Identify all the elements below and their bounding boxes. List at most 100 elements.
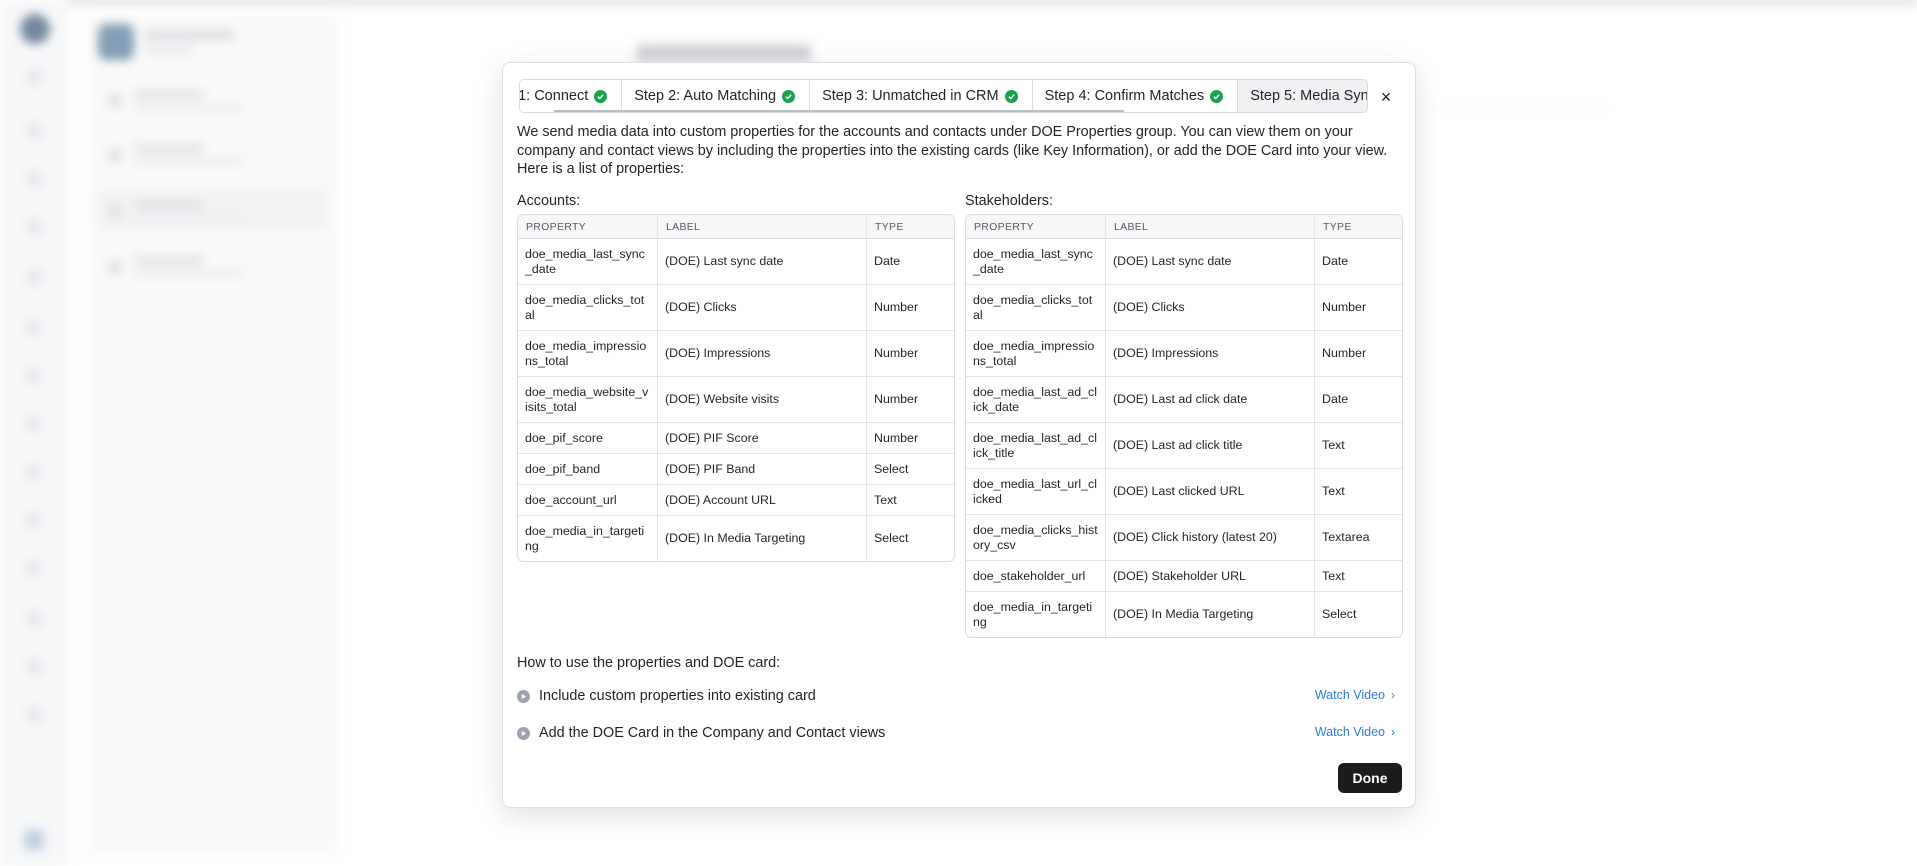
label-cell: (DOE) Impressions <box>1105 331 1314 377</box>
table-row: doe_media_clicks_history_csv (DOE) Click … <box>966 515 1402 561</box>
property-cell: doe_media_last_ad_click_title <box>966 423 1105 469</box>
property-cell: doe_pif_band <box>518 454 657 485</box>
property-cell: doe_media_clicks_history_csv <box>966 515 1105 561</box>
stakeholders-title: Stakeholders: <box>965 193 1053 209</box>
property-cell: doe_media_in_targeting <box>525 524 645 553</box>
step-media-sync[interactable]: Step 5: Media Sync <box>1238 80 1368 112</box>
property-cell: doe_media_clicks_total <box>966 285 1105 331</box>
property-cell: doe_media_last_url_clicked <box>966 469 1105 515</box>
column-header-label: LABEL <box>657 215 866 239</box>
chevron-right-icon: › <box>1391 688 1395 702</box>
table-row: doe_media_last_sync_date (DOE) Last sync … <box>966 239 1402 285</box>
type-cell: Text <box>866 485 954 516</box>
step-confirm-matches[interactable]: Step 4: Confirm Matches <box>1032 80 1239 112</box>
label-cell: (DOE) Clicks <box>657 285 866 331</box>
table-row: doe_media_in_targeting (DOE) In Media Tar… <box>966 592 1402 637</box>
table-row: doe_media_last_sync_date (DOE) Last sync … <box>518 239 954 285</box>
play-circle-icon <box>517 726 530 740</box>
step-auto-matching[interactable]: Step 2: Auto Matching <box>622 80 811 112</box>
howto-item: Include custom properties into existing … <box>517 685 1401 707</box>
table-row: doe_media_last_ad_click_title (DOE) Last … <box>966 423 1402 469</box>
property-cell: doe_account_url <box>518 485 657 516</box>
howto-label: Include custom properties into existing … <box>539 688 816 704</box>
stakeholders-table: PROPERTY LABEL TYPE doe_media_last_sync_… <box>965 214 1403 638</box>
stepper-scrollbar[interactable] <box>554 110 1124 112</box>
done-button[interactable]: Done <box>1338 763 1402 793</box>
play-circle-icon <box>517 689 530 703</box>
label-cell: (DOE) Stakeholder URL <box>1105 561 1314 592</box>
label-cell: (DOE) Click history (latest 20) <box>1105 515 1314 561</box>
type-cell: Textarea <box>1314 515 1402 561</box>
label-cell: (DOE) Last clicked URL <box>1105 469 1314 515</box>
property-cell: doe_media_impressions_total <box>966 331 1105 377</box>
property-cell: doe_media_last_ad_click_date <box>966 377 1105 423</box>
label-cell: (DOE) Last sync date <box>1105 239 1314 285</box>
type-cell: Number <box>866 285 954 331</box>
property-cell: doe_pif_score <box>518 423 657 454</box>
table-row: doe_account_url (DOE) Account URL Text <box>518 485 954 516</box>
table-row: doe_media_impressions_total (DOE) Impress… <box>966 331 1402 377</box>
step-label: Step 4: Confirm Matches <box>1044 88 1205 104</box>
type-cell: Date <box>1314 377 1402 423</box>
label-cell: (DOE) PIF Score <box>657 423 866 454</box>
check-circle-icon <box>1210 89 1224 103</box>
type-cell: Date <box>866 239 954 285</box>
media-sync-modal: p 1: Connect Step 2: Auto Matching Step … <box>502 62 1416 808</box>
watch-video-label: Watch Video <box>1314 725 1385 739</box>
type-cell: Select <box>866 454 954 485</box>
step-label: p 1: Connect <box>519 88 589 104</box>
accounts-table: PROPERTY LABEL TYPE doe_media_last_sync_… <box>517 214 955 562</box>
stepper[interactable]: p 1: Connect Step 2: Auto Matching Step … <box>519 79 1368 113</box>
label-cell: (DOE) Impressions <box>657 331 866 377</box>
howto-item: Add the DOE Card in the Company and Cont… <box>517 722 1401 744</box>
label-cell: (DOE) Last sync date <box>657 239 866 285</box>
howto-title: How to use the properties and DOE card: <box>517 655 781 671</box>
type-cell: Number <box>1314 285 1402 331</box>
property-cell: doe_media_last_sync_date <box>966 239 1105 285</box>
type-cell: Select <box>1314 592 1402 637</box>
accounts-title: Accounts: <box>517 193 581 209</box>
label-cell: (DOE) In Media Targeting <box>657 516 866 561</box>
property-cell: doe_media_clicks_total <box>518 285 657 331</box>
column-header-property: PROPERTY <box>518 215 657 239</box>
property-cell: doe_media_website_visits_total <box>518 377 657 423</box>
watch-video-link[interactable]: Watch Video › <box>1315 688 1395 702</box>
label-cell: (DOE) Account URL <box>657 485 866 516</box>
intro-text: We send media data into custom propertie… <box>517 124 1388 177</box>
type-cell: Select <box>866 516 954 561</box>
table-row: doe_media_last_ad_click_date (DOE) Last a… <box>966 377 1402 423</box>
type-cell: Number <box>866 423 954 454</box>
column-header-property: PROPERTY <box>966 215 1105 239</box>
step-connect[interactable]: p 1: Connect <box>519 80 623 112</box>
chevron-right-icon: › <box>1391 725 1395 739</box>
howto-label: Add the DOE Card in the Company and Cont… <box>539 725 886 741</box>
column-header-type: TYPE <box>1314 215 1402 239</box>
table-row: doe_media_in_targeting (DOE) In Media Tar… <box>518 516 954 561</box>
step-unmatched-in-crm[interactable]: Step 3: Unmatched in CRM <box>810 80 1033 112</box>
check-circle-icon <box>594 89 608 103</box>
table-row: doe_media_last_url_clicked (DOE) Last cli… <box>966 469 1402 515</box>
property-cell: doe_media_last_sync_date <box>518 239 657 285</box>
type-cell: Number <box>866 377 954 423</box>
check-circle-icon <box>1004 89 1018 103</box>
table-row: doe_pif_band (DOE) PIF Band Select <box>518 454 954 485</box>
column-header-type: TYPE <box>866 215 954 239</box>
step-label: Step 3: Unmatched in CRM <box>822 88 999 104</box>
type-cell: Date <box>1314 239 1402 285</box>
label-cell: (DOE) Last ad click title <box>1105 423 1314 469</box>
type-cell: Text <box>1314 423 1402 469</box>
label-cell: (DOE) PIF Band <box>657 454 866 485</box>
type-cell: Number <box>866 331 954 377</box>
check-circle-icon <box>782 89 796 103</box>
table-row: doe_media_clicks_total (DOE) Clicks Number <box>966 285 1402 331</box>
watch-video-link[interactable]: Watch Video › <box>1315 725 1395 739</box>
label-cell: (DOE) Clicks <box>1105 285 1314 331</box>
property-cell: doe_media_impressions_total <box>518 331 657 377</box>
step-label: Step 2: Auto Matching <box>634 88 777 104</box>
property-cell: doe_stakeholder_url <box>966 561 1105 592</box>
close-icon[interactable]: × <box>1374 85 1398 109</box>
table-row: doe_media_website_visits_total (DOE) Webs… <box>518 377 954 423</box>
table-row: doe_media_clicks_total (DOE) Clicks Number <box>518 285 954 331</box>
step-label: Step 5: Media Sync <box>1250 88 1368 104</box>
type-cell: Text <box>1314 469 1402 515</box>
